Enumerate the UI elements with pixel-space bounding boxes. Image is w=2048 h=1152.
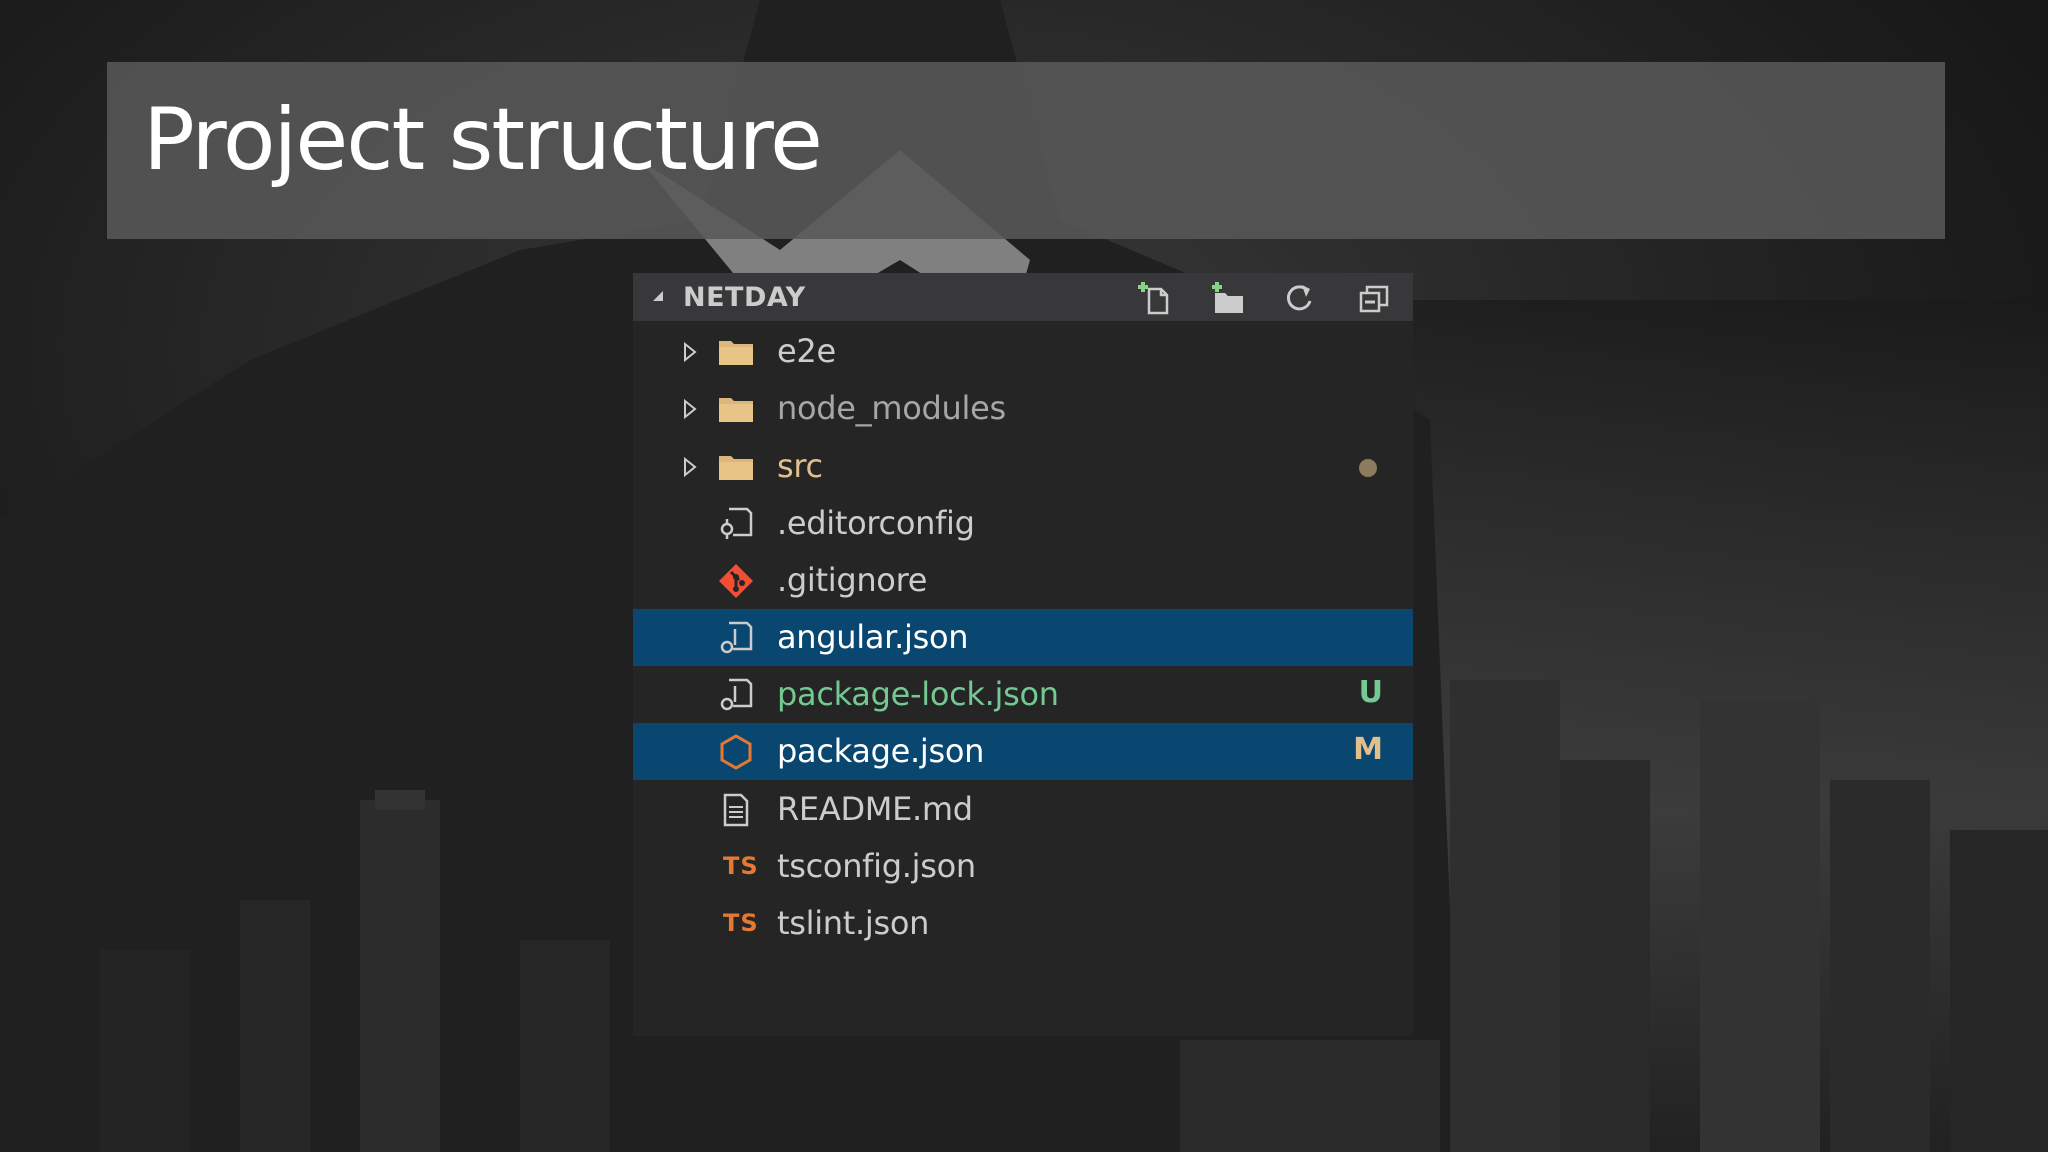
tree-item-node-modules[interactable]: node_modules: [633, 380, 1413, 437]
folder-icon: [717, 448, 755, 486]
explorer-header[interactable]: NETDAY: [633, 273, 1413, 321]
tree-item-label: tsconfig.json: [777, 847, 976, 885]
editorconfig-icon: [717, 505, 755, 543]
refresh-icon[interactable]: [1278, 277, 1320, 319]
tree-item-readme-md[interactable]: README.md: [633, 781, 1413, 838]
tree-item-label: package-lock.json: [777, 675, 1059, 713]
slide-title-bar: Project structure: [107, 62, 1945, 239]
tree-item-label: src: [777, 447, 823, 485]
tree-item-label: .editorconfig: [777, 504, 975, 542]
folder-icon: [717, 333, 755, 371]
tree-item-label: .gitignore: [777, 561, 928, 599]
tree-item-gitignore[interactable]: .gitignore: [633, 552, 1413, 609]
markdown-file-icon: [717, 791, 755, 829]
typescript-icon: TS: [723, 852, 759, 880]
tree-item-label: tslint.json: [777, 904, 930, 942]
git-icon: [717, 562, 755, 600]
tree-item-package-lock-json[interactable]: package-lock.json U: [633, 666, 1413, 723]
explorer-title: NETDAY: [683, 282, 806, 313]
chevron-right-icon[interactable]: [683, 456, 697, 478]
tree-item-tsconfig-json[interactable]: TS tsconfig.json: [633, 838, 1413, 895]
new-file-icon[interactable]: [1133, 277, 1175, 319]
tree-item-label: angular.json: [777, 618, 969, 656]
tree-item-label: README.md: [777, 790, 973, 828]
chevron-right-icon[interactable]: [683, 341, 697, 363]
tree-item-label: node_modules: [777, 389, 1006, 427]
tree-item-package-json[interactable]: package.json M: [633, 723, 1413, 780]
tree-item-label: e2e: [777, 332, 836, 370]
file-explorer-panel: NETDAY e2e node_modules src .editorconfi…: [633, 273, 1413, 1036]
collapse-all-icon[interactable]: [1353, 277, 1395, 319]
slide-title: Project structure: [143, 90, 823, 190]
modified-dot-indicator: [1359, 459, 1377, 477]
chevron-right-icon[interactable]: [683, 398, 697, 420]
untracked-status-badge: U: [1358, 675, 1383, 710]
tree-item-e2e[interactable]: e2e: [633, 323, 1413, 380]
folder-icon: [717, 390, 755, 428]
json-icon: [717, 676, 755, 714]
tree-item-angular-json[interactable]: angular.json: [633, 609, 1413, 666]
json-icon: [717, 619, 755, 657]
new-folder-icon[interactable]: [1207, 277, 1249, 319]
tree-item-tslint-json[interactable]: TS tslint.json: [633, 895, 1413, 952]
tree-item-label: package.json: [777, 732, 985, 770]
nodejs-icon: [717, 733, 755, 771]
tree-item-src[interactable]: src: [633, 438, 1413, 495]
modified-status-badge: M: [1353, 732, 1383, 767]
typescript-icon: TS: [723, 909, 759, 937]
expand-caret-icon[interactable]: [649, 287, 669, 307]
tree-item-editorconfig[interactable]: .editorconfig: [633, 495, 1413, 552]
